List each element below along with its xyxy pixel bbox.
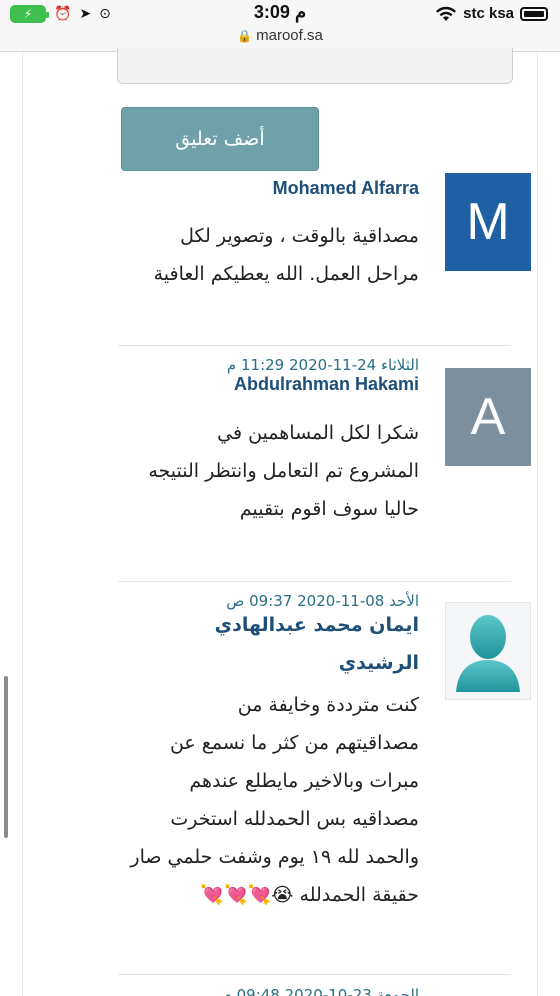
comment-line: مصداقيه بس الحمدلله استخرت — [170, 808, 419, 830]
default-user-avatar-icon — [445, 602, 531, 700]
comment-line: حقيقة الحمدلله 😭💘💘💘 — [200, 884, 419, 906]
status-right: stc ksa — [435, 5, 548, 22]
comment-line: مراحل العمل. الله يعطيكم العافية — [153, 263, 419, 285]
carrier-name: stc ksa — [463, 5, 514, 22]
comment-line: المشروع تم التعامل وانتظر النتيجه — [148, 460, 419, 482]
add-comment-button[interactable]: أضف تعليق — [121, 107, 319, 171]
wifi-icon — [435, 6, 457, 22]
comment-body: مصداقية بالوقت ، وتصوير لكل مراحل العمل.… — [119, 217, 419, 293]
status-bar: ⚡ ⏰ ➤ ⊙ 3:09 م 🔒 maroof.sa stc ksa — [0, 0, 560, 52]
lock-icon: 🔒 — [237, 29, 253, 43]
comment-line: شكرا لكل المساهمين في — [217, 422, 419, 444]
avatar-letter: A — [470, 388, 506, 446]
comment-line: مبرات وبالاخير مايطلع عندهم — [189, 770, 419, 792]
avatar-letter: M — [466, 193, 510, 251]
comment-date: الجمعة 23-10-2020 09:48 م — [222, 986, 419, 996]
comment-body: كنت مترددة وخايفة من مصداقيتهم من كثر ما… — [109, 686, 419, 914]
address-url: maroof.sa — [256, 27, 323, 44]
comment-line: حاليا سوف اقوم بتقييم — [239, 498, 419, 520]
comment-line: مصداقيتهم من كثر ما نسمع عن — [169, 732, 419, 754]
comment-author[interactable]: ايمان محمد عبدالهادي الرشيدي — [129, 606, 419, 682]
divider — [118, 974, 511, 975]
comment-date: الثلاثاء 24-11-2020 11:29 م — [226, 356, 419, 374]
comment-textarea[interactable] — [117, 48, 513, 84]
comment-body: شكرا لكل المساهمين في المشروع تم التعامل… — [109, 414, 419, 528]
comment-line: مصداقية بالوقت ، وتصوير لكل — [180, 225, 419, 247]
divider — [118, 345, 511, 346]
comment-line: والحمد لله ١٩ يوم وشفت حلمي صار — [130, 846, 419, 868]
comments-panel: أضف تعليق M Mohamed Alfarra مصداقية بالو… — [22, 48, 538, 996]
avatar: M — [445, 173, 531, 271]
battery-icon — [520, 6, 548, 21]
divider — [118, 581, 511, 582]
comment-author[interactable]: Mohamed Alfarra — [273, 178, 419, 199]
comment-line: كنت مترددة وخايفة من — [237, 694, 419, 716]
scrollbar[interactable] — [4, 676, 8, 838]
address-bar[interactable]: 🔒 maroof.sa — [0, 27, 560, 44]
avatar: A — [445, 368, 531, 466]
comment-author[interactable]: Abdulrahman Hakami — [234, 374, 419, 395]
